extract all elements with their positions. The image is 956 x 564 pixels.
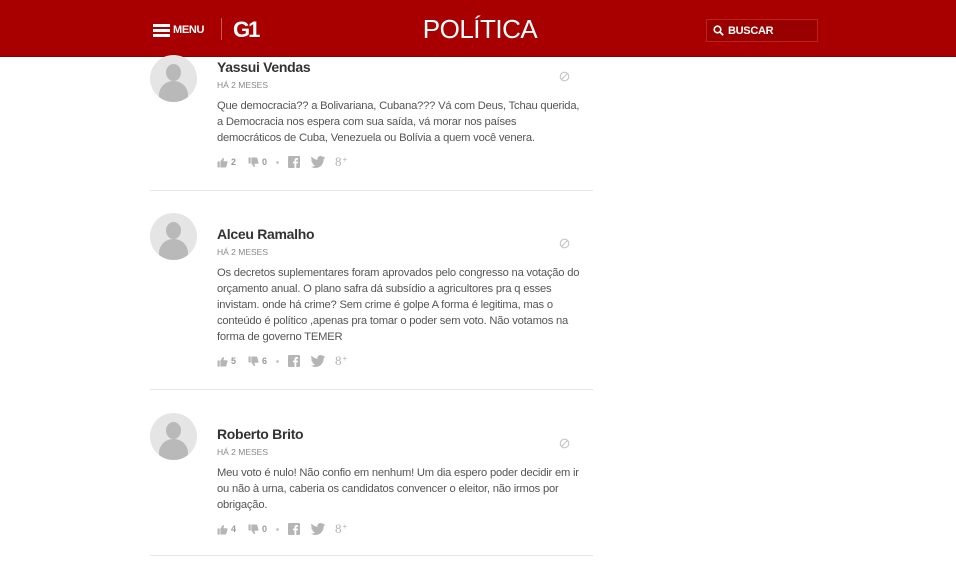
g1-logo[interactable]: G1: [233, 17, 260, 43]
google-plus-share-button[interactable]: 8 +: [335, 354, 349, 368]
comment-divider: [150, 190, 593, 191]
menu-button[interactable]: MENU: [153, 22, 205, 38]
comment-text: Os decretos suplementares foram aprovado…: [217, 267, 580, 343]
google-plus-icon: 8 +: [335, 155, 348, 169]
menu-label: MENU: [173, 24, 205, 36]
like-count: 4: [231, 524, 237, 534]
avatar[interactable]: [150, 55, 197, 102]
google-plus-share-button[interactable]: 8 +: [335, 522, 349, 536]
thumbs-up-icon: [217, 356, 228, 366]
comment-divider: [150, 389, 593, 390]
google-plus-icon: 8 +: [335, 522, 348, 536]
thumbs-up-icon: [217, 157, 228, 167]
separator-dot: [276, 527, 280, 531]
avatar[interactable]: [150, 413, 197, 460]
facebook-icon: [288, 355, 301, 367]
search-input[interactable]: BUSCAR: [706, 19, 818, 42]
twitter-icon: [311, 355, 326, 367]
comment-text: Meu voto é nulo! Não confio em nenhum! U…: [217, 467, 579, 511]
svg-text:8: 8: [335, 354, 342, 368]
like-count: 5: [231, 356, 237, 366]
svg-text:+: +: [343, 522, 348, 531]
thumbs-up-icon: [217, 524, 228, 534]
thumbs-down-icon: [248, 356, 259, 366]
svg-text:8: 8: [335, 522, 342, 536]
section-title[interactable]: POLÍTICA: [400, 14, 560, 45]
facebook-share-button[interactable]: [288, 523, 301, 535]
facebook-share-button[interactable]: [288, 156, 301, 168]
like-button[interactable]: 4: [217, 524, 236, 535]
dislike-button[interactable]: 6: [248, 356, 267, 367]
dislike-count: 0: [262, 157, 268, 167]
comment-actions: 4 0 8 +: [217, 521, 349, 537]
like-button[interactable]: 2: [217, 157, 236, 168]
dislike-count: 0: [262, 524, 268, 534]
facebook-icon: [288, 523, 301, 535]
google-plus-share-button[interactable]: 8 +: [335, 155, 349, 169]
dislike-button[interactable]: 0: [248, 157, 267, 168]
svg-text:+: +: [343, 155, 348, 164]
thumbs-down-icon: [248, 524, 259, 534]
comment-date: HÁ 2 MESES: [217, 247, 269, 257]
twitter-icon: [311, 156, 326, 168]
comment-author[interactable]: Alceu Ramalho: [217, 226, 315, 242]
separator-dot: [276, 160, 280, 164]
facebook-share-button[interactable]: [288, 355, 301, 367]
separator-dot: [276, 359, 280, 363]
like-count: 2: [231, 157, 237, 167]
dislike-button[interactable]: 0: [248, 524, 267, 535]
svg-text:8: 8: [335, 155, 342, 169]
report-icon[interactable]: [559, 69, 570, 82]
comment-text: Que democracia?? a Bolivariana, Cubana??…: [217, 100, 580, 144]
google-plus-icon: 8 +: [335, 354, 348, 368]
report-icon[interactable]: [559, 236, 570, 249]
avatar[interactable]: [150, 213, 197, 260]
comment-actions: 2 0 8 +: [217, 154, 349, 170]
twitter-share-button[interactable]: [311, 156, 326, 168]
dislike-count: 6: [262, 356, 268, 366]
comment-date: HÁ 2 MESES: [217, 80, 269, 90]
comment-divider: [150, 555, 593, 556]
twitter-icon: [311, 523, 326, 535]
header-divider: [221, 18, 222, 40]
thumbs-down-icon: [248, 157, 259, 167]
twitter-share-button[interactable]: [311, 523, 326, 535]
like-button[interactable]: 5: [217, 356, 236, 367]
hamburger-icon: [153, 23, 170, 37]
report-icon[interactable]: [559, 436, 570, 449]
facebook-icon: [288, 156, 301, 168]
twitter-share-button[interactable]: [311, 355, 326, 367]
top-navigation-bar: MENU G1 POLÍTICA BUSCAR: [0, 0, 956, 57]
comment-author[interactable]: Roberto Brito: [217, 426, 304, 442]
search-icon: [713, 25, 724, 36]
svg-text:+: +: [343, 354, 348, 363]
comment-date: HÁ 2 MESES: [217, 447, 269, 457]
comment-author[interactable]: Yassui Vendas: [217, 59, 311, 75]
comment-actions: 5 6 8 +: [217, 353, 349, 369]
search-label: BUSCAR: [728, 24, 774, 37]
